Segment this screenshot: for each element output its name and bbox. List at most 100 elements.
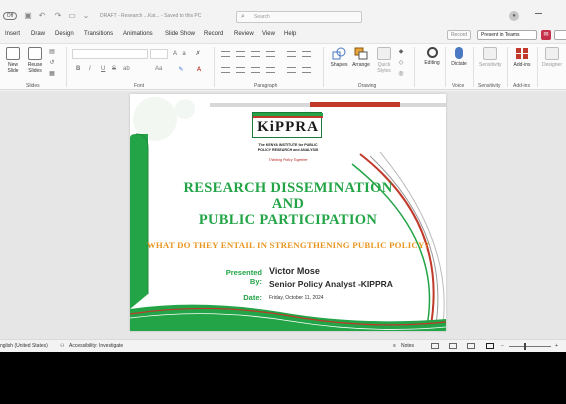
increase-indent-icon[interactable] — [266, 51, 275, 57]
slide-title-line1: RESEARCH DISSEMINATION — [183, 180, 393, 196]
zoom-slider[interactable] — [509, 346, 551, 347]
search-box[interactable]: ⌕ Search — [236, 11, 362, 23]
designer-button[interactable]: Designer — [541, 47, 563, 68]
tab-review[interactable]: Review — [234, 31, 254, 37]
status-bar: nglish (United States) ⚇ Accessibility: … — [0, 339, 566, 352]
section-icon[interactable]: ▦ — [49, 71, 55, 77]
presenter-name: Victor Mose — [269, 266, 320, 276]
arrange-button[interactable]: Arrange — [350, 47, 372, 68]
layout-icon[interactable]: ▤ — [49, 49, 55, 55]
sensitivity-button[interactable]: Sensitivity — [479, 47, 502, 68]
font-name-dropdown[interactable] — [72, 49, 148, 59]
line-spacing-icon[interactable] — [287, 51, 296, 57]
justify-icon[interactable] — [266, 67, 275, 73]
shape-effects-icon[interactable]: ◎ — [398, 71, 404, 77]
zoom-in-icon[interactable]: + — [555, 343, 558, 349]
reuse-slides-button[interactable]: Reuse Slides — [24, 47, 46, 74]
tab-slide-show[interactable]: Slide Show — [165, 31, 195, 37]
tab-view[interactable]: View — [262, 31, 275, 37]
autosave-toggle[interactable]: Off — [3, 12, 17, 20]
reset-icon[interactable]: ↺ — [49, 60, 55, 66]
search-icon: ⌕ — [241, 13, 245, 20]
shrink-font-icon[interactable]: a — [181, 51, 187, 57]
italic-button[interactable]: I — [89, 66, 91, 72]
slide-show-icon[interactable] — [486, 343, 494, 349]
text-direction-icon[interactable] — [302, 51, 311, 57]
ribbon-divider — [445, 47, 446, 87]
save-icon[interactable]: ▣ — [24, 12, 32, 20]
minimize-icon[interactable] — [535, 13, 542, 14]
editing-button[interactable]: Editing — [421, 47, 443, 66]
shapes-button[interactable]: Shapes — [328, 47, 350, 68]
accessibility-icon: ⚇ — [60, 343, 65, 349]
quick-styles-button[interactable]: Quick Styles — [373, 47, 395, 74]
paragraph-group-label: Paragraph — [254, 83, 278, 89]
decrease-indent-icon[interactable] — [251, 51, 260, 57]
shape-outline-icon[interactable]: ◇ — [398, 60, 404, 66]
new-slide-button[interactable]: New Slide — [2, 47, 24, 74]
slide-title-line3: PUBLIC PARTICIPATION — [198, 212, 378, 228]
presenter-role: Senior Policy Analyst -KIPPRA — [269, 279, 393, 289]
normal-view-icon[interactable] — [431, 343, 439, 349]
redo-icon[interactable]: ↷ — [54, 12, 62, 20]
tab-animations[interactable]: Animations — [123, 31, 153, 37]
date-label: Date: — [243, 293, 262, 302]
by-label: By: — [249, 277, 262, 286]
slide-canvas[interactable]: KiPPRA The KENYA INSTITUTE for PUBLIC PO… — [130, 94, 446, 331]
change-case-button[interactable]: Aa — [155, 66, 162, 72]
language-status[interactable]: nglish (United States) — [0, 343, 48, 349]
zoom-out-icon[interactable]: − — [501, 343, 504, 349]
tab-record[interactable]: Record — [204, 31, 223, 37]
bullets-icon[interactable] — [221, 51, 230, 57]
clear-formatting-icon[interactable]: ✗ — [195, 51, 201, 57]
more-icon[interactable]: ⌄ — [82, 12, 90, 20]
accessibility-status[interactable]: Accessibility: Investigate — [69, 343, 123, 349]
numbering-icon[interactable] — [236, 51, 245, 57]
ribbon: New Slide Reuse Slides ▤ ↺ ▦ Slides A a … — [0, 43, 566, 90]
highlight-icon[interactable]: ✎ — [178, 67, 184, 73]
align-text-icon[interactable] — [302, 67, 311, 73]
search-placeholder: Search — [254, 14, 270, 20]
align-right-icon[interactable] — [251, 67, 260, 73]
present-icon[interactable]: ▭ — [68, 12, 76, 20]
tab-draw[interactable]: Draw — [31, 31, 45, 37]
new-slide-icon — [6, 47, 20, 60]
voice-group-label: Voice — [452, 83, 465, 89]
font-size-dropdown[interactable] — [150, 49, 168, 59]
ribbon-divider — [214, 47, 215, 87]
character-spacing-button[interactable]: ab — [123, 66, 130, 72]
account-avatar[interactable]: ● — [509, 11, 519, 21]
reading-view-icon[interactable] — [467, 343, 475, 349]
share-button[interactable] — [554, 30, 566, 40]
bold-button[interactable]: B — [76, 66, 80, 72]
microphone-icon — [455, 47, 463, 59]
underline-button[interactable]: U — [101, 66, 105, 72]
add-ins-button[interactable]: Add-ins — [511, 47, 533, 68]
ribbon-divider — [473, 47, 474, 87]
arrange-icon — [354, 47, 368, 60]
present-in-teams-button[interactable]: Present in Teams — [477, 30, 537, 40]
tab-insert[interactable]: Insert — [5, 31, 20, 37]
strikethrough-button[interactable]: S — [112, 66, 116, 72]
record-button[interactable]: Record — [447, 30, 471, 40]
align-center-icon[interactable] — [236, 67, 245, 73]
quick-styles-icon — [377, 47, 391, 60]
ribbon-divider — [414, 47, 415, 87]
ribbon-tabs: Insert Draw Design Transitions Animation… — [0, 30, 566, 42]
notes-icon: ≡ — [393, 343, 396, 349]
slide-sorter-icon[interactable] — [449, 343, 457, 349]
tab-transitions[interactable]: Transitions — [84, 31, 113, 37]
notes-button[interactable]: Notes — [401, 343, 414, 349]
comments-icon[interactable]: ✉ — [541, 30, 551, 40]
tab-help[interactable]: Help — [284, 31, 296, 37]
zoom-slider-thumb[interactable] — [524, 343, 526, 350]
undo-icon[interactable]: ↶ — [38, 12, 46, 20]
tab-design[interactable]: Design — [55, 31, 74, 37]
dictate-button[interactable]: Dictate — [448, 47, 470, 67]
align-left-icon[interactable] — [221, 67, 230, 73]
columns-icon[interactable] — [287, 67, 296, 73]
font-color-icon[interactable]: A — [196, 67, 202, 73]
presented-label: Presented — [225, 268, 262, 277]
grow-font-icon[interactable]: A — [172, 51, 178, 57]
shape-fill-icon[interactable]: ◆ — [398, 49, 404, 55]
